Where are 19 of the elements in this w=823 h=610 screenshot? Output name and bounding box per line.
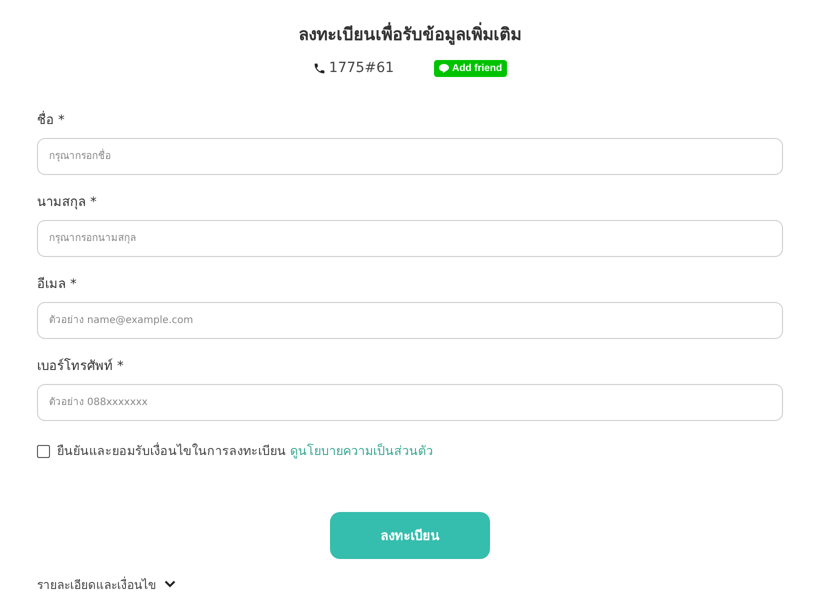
consent-text: ยืนยันและยอมรับเงื่อนไขในการลงทะเบียน <box>57 441 286 460</box>
field-label: เบอร์โทรศัพท์ * <box>37 357 125 376</box>
chat-bubble-icon <box>439 64 450 72</box>
text-input-field[interactable]: ตัวอย่าง name@example.com <box>37 302 783 339</box>
chevron-down-icon[interactable] <box>164 580 176 588</box>
text-input-field[interactable]: กรุณากรอกชื่อ <box>37 138 783 175</box>
details-toggle[interactable]: รายละเอียดและเงื่อนไข <box>37 574 156 594</box>
text-input-field[interactable]: ตัวอย่าง 088xxxxxxx <box>37 384 783 421</box>
add-friend-button[interactable]: Add friend <box>434 60 508 76</box>
phone-icon <box>312 62 326 74</box>
consent-checkbox[interactable] <box>37 444 50 458</box>
field-label: นามสกุล * <box>37 194 98 212</box>
text-input-field[interactable]: กรุณากรอกนามสกุล <box>37 220 783 257</box>
field-label: ชื่อ * <box>37 111 783 131</box>
phone-number: 1775#61 <box>328 59 394 78</box>
field-label: อีเมล * <box>37 276 78 294</box>
privacy-policy-link[interactable]: ดูนโยบายความเป็นส่วนตัว <box>290 441 433 461</box>
register-button[interactable]: ลงทะเบียน <box>330 512 490 559</box>
page-title: ลงทะเบียนเพื่อรับข้อมูลเพิ่มเติม <box>37 22 783 48</box>
